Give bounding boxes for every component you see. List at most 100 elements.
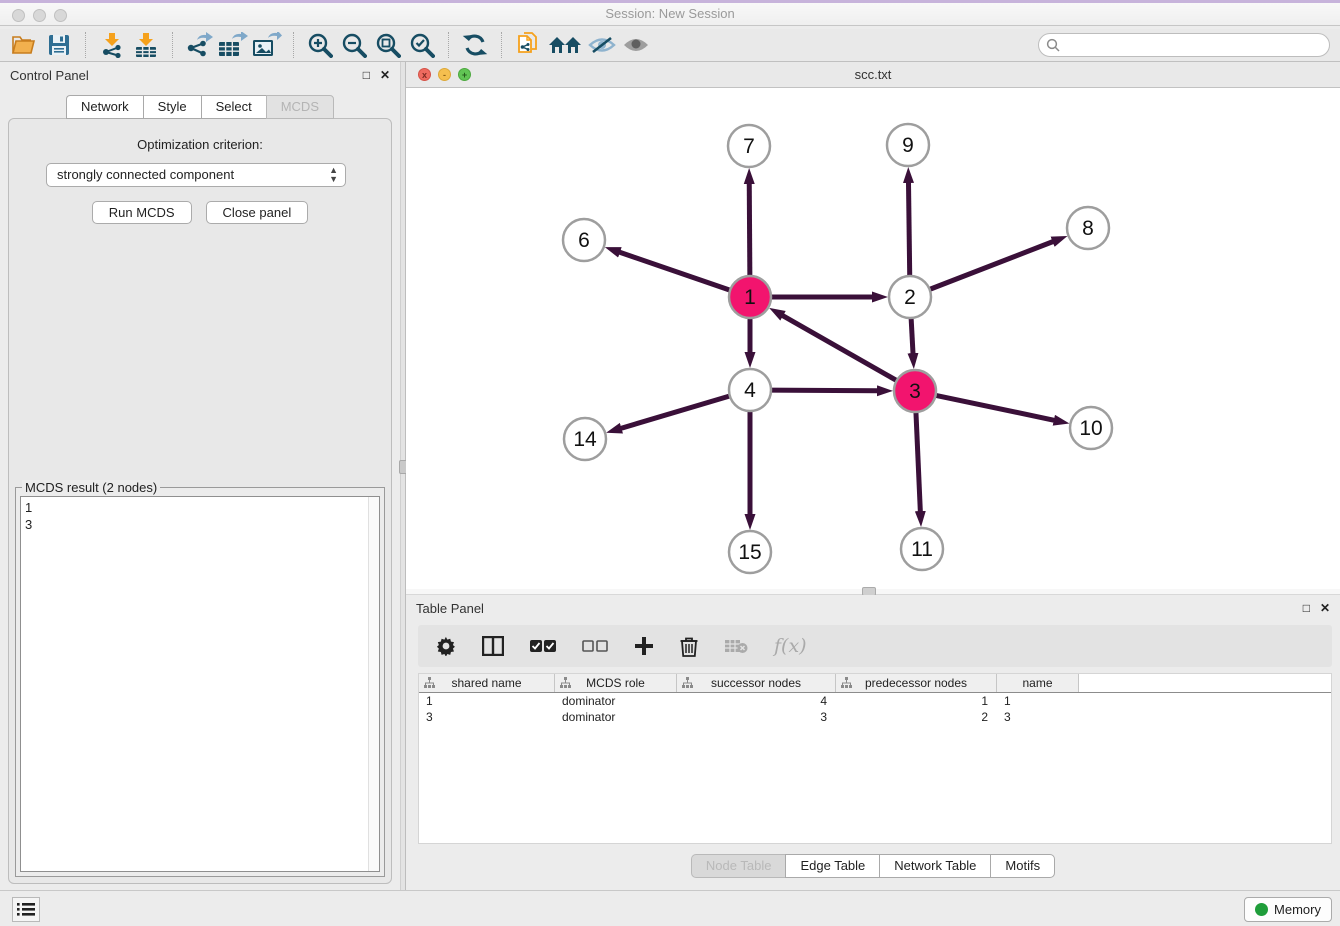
function-builder-icon[interactable]: f(x) [774,635,807,657]
table-row[interactable]: 1dominator411 [419,693,1331,709]
network-minimize-button[interactable]: - [438,68,451,81]
criterion-dropdown[interactable]: strongly connected component ▲▼ [46,163,346,187]
graph-node-1[interactable]: 1 [729,276,771,318]
edge-2-8[interactable] [928,241,1054,290]
graph-node-9[interactable]: 9 [887,124,929,166]
add-column-icon[interactable] [634,636,654,656]
mcds-result-list[interactable]: 13 [20,496,380,872]
tab-motifs[interactable]: Motifs [990,854,1055,878]
zoom-fit-icon[interactable] [371,30,405,60]
cell-MCDS-role[interactable]: dominator [555,709,677,725]
result-item[interactable]: 1 [25,499,375,516]
network-canvas[interactable]: 7 9 6 8 1 2 4 3 14 10 15 11 [406,88,1340,589]
show-eye-icon[interactable] [619,30,653,60]
memory-button[interactable]: Memory [1244,897,1332,922]
app-zoom-button[interactable] [54,9,67,22]
edge-2-3[interactable] [911,316,913,354]
import-network-icon[interactable] [95,30,129,60]
edge-1-6[interactable] [619,252,732,291]
graph-node-7[interactable]: 7 [728,125,770,167]
table-panel-float-icon[interactable]: □ [1303,602,1310,614]
graph-node-2[interactable]: 2 [889,276,931,318]
cell-successor-nodes[interactable]: 3 [677,709,836,725]
hide-panels-eye-slash-icon[interactable] [585,30,619,60]
node-table-header[interactable]: shared nameMCDS rolesuccessor nodesprede… [419,674,1331,693]
graph-node-14[interactable]: 14 [564,418,606,460]
column-header-shared-name[interactable]: shared name [419,674,555,692]
network-overview-icon[interactable] [545,30,585,60]
edge-4-3[interactable] [769,390,878,391]
zoom-selected-icon[interactable] [405,30,439,60]
select-all-checkboxes-icon[interactable] [530,639,556,653]
show-panels-button[interactable] [12,897,40,922]
table-settings-gear-icon[interactable] [436,636,456,656]
duplicate-network-icon[interactable] [511,30,545,60]
tab-network[interactable]: Network [66,95,143,119]
tab-node-table[interactable]: Node Table [691,854,786,878]
graph-node-8[interactable]: 8 [1067,207,1109,249]
zoom-in-icon[interactable] [303,30,337,60]
refresh-view-icon[interactable] [458,30,492,60]
delete-table-icon[interactable] [724,638,748,654]
column-header-name[interactable]: name [997,674,1079,692]
save-session-icon[interactable] [42,30,76,60]
open-file-icon[interactable] [8,30,42,60]
node-table[interactable]: shared nameMCDS rolesuccessor nodesprede… [418,673,1332,844]
graph-node-3[interactable]: 3 [894,370,936,412]
deselect-all-checkboxes-icon[interactable] [582,639,608,653]
network-zoom-button[interactable]: + [458,68,471,81]
column-header-successor-nodes[interactable]: successor nodes [677,674,836,692]
graph-node-10[interactable]: 10 [1070,407,1112,449]
delete-column-trash-icon[interactable] [680,636,698,657]
cell-predecessor-nodes[interactable]: 1 [836,693,997,709]
tab-network-table[interactable]: Network Table [879,854,990,878]
edge-3-11[interactable] [916,410,921,512]
export-network-icon[interactable] [182,30,216,60]
control-panel-close-icon[interactable]: ✕ [380,69,390,81]
zoom-out-icon[interactable] [337,30,371,60]
cell-predecessor-nodes[interactable]: 2 [836,709,997,725]
network-close-button[interactable]: x [418,68,431,81]
network-graph[interactable]: 7 9 6 8 1 2 4 3 14 10 15 11 [406,88,1340,589]
node-table-body[interactable]: 1dominator4113dominator323 [419,693,1331,725]
run-mcds-button[interactable]: Run MCDS [92,201,192,224]
result-item[interactable]: 3 [25,516,375,533]
column-header-MCDS-role[interactable]: MCDS role [555,674,677,692]
search-input[interactable] [1064,37,1322,53]
export-table-icon[interactable] [216,30,250,60]
tab-edge-table[interactable]: Edge Table [785,854,879,878]
tab-mcds[interactable]: MCDS [266,95,334,119]
table-panel-close-icon[interactable]: ✕ [1320,602,1330,614]
edge-1-7[interactable] [749,183,750,278]
graph-node-11[interactable]: 11 [901,528,943,570]
table-row[interactable]: 3dominator323 [419,709,1331,725]
cell-name[interactable]: 3 [997,709,1079,725]
app-minimize-button[interactable] [33,9,46,22]
edge-4-14[interactable] [620,395,731,428]
graph-node-15[interactable]: 15 [729,531,771,573]
tab-select[interactable]: Select [201,95,266,119]
cell-successor-nodes[interactable]: 4 [677,693,836,709]
app-window-controls[interactable] [12,9,67,22]
split-columns-icon[interactable] [482,636,504,656]
graph-node-6[interactable]: 6 [563,219,605,261]
cell-name[interactable]: 1 [997,693,1079,709]
cell-shared-name[interactable]: 3 [419,709,555,725]
search-box[interactable] [1038,33,1330,57]
control-panel-float-icon[interactable]: □ [363,69,370,81]
network-window-titlebar[interactable]: x - + scc.txt [406,62,1340,88]
import-table-icon[interactable] [129,30,163,60]
export-image-icon[interactable] [250,30,284,60]
edge-2-9[interactable] [908,182,909,278]
column-header-predecessor-nodes[interactable]: predecessor nodes [836,674,997,692]
result-list-scrollbar[interactable] [368,497,379,871]
close-panel-button[interactable]: Close panel [206,201,309,224]
edge-3-1[interactable] [782,315,898,381]
app-close-button[interactable] [12,9,25,22]
tab-style[interactable]: Style [143,95,201,119]
cell-shared-name[interactable]: 1 [419,693,555,709]
table-toolbar: f(x) [418,625,1332,667]
cell-MCDS-role[interactable]: dominator [555,693,677,709]
graph-node-4[interactable]: 4 [729,369,771,411]
edge-3-10[interactable] [934,395,1055,420]
